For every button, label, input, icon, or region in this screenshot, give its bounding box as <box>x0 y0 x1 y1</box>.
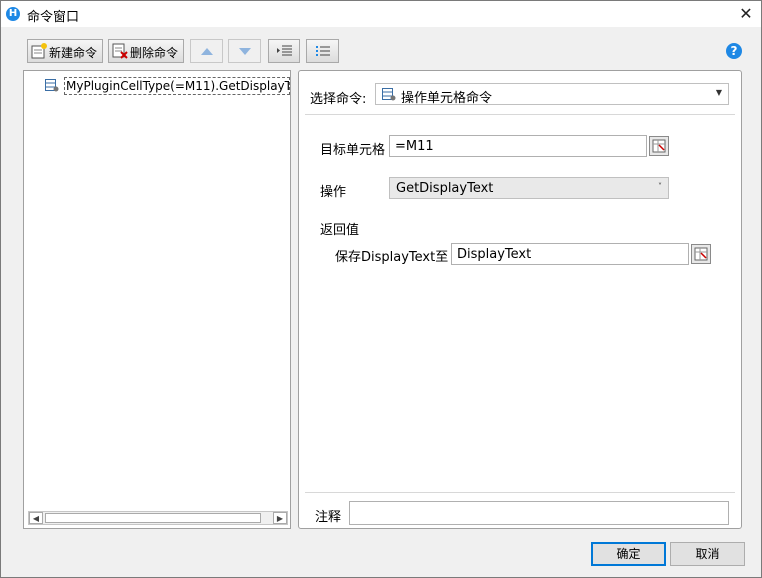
delete-command-button[interactable]: 删除命令 <box>108 39 184 63</box>
cell-picker-icon <box>694 247 708 261</box>
scroll-thumb[interactable] <box>45 513 261 523</box>
outdent-button[interactable] <box>306 39 339 63</box>
chevron-down-icon: ˅ <box>658 182 662 191</box>
variable-picker-button[interactable] <box>691 244 711 264</box>
operation-value: GetDisplayText <box>396 181 494 196</box>
scroll-right-icon[interactable]: ▶ <box>273 512 287 524</box>
delete-command-icon <box>112 43 128 59</box>
save-to-label: 保存DisplayText至 <box>335 250 449 265</box>
select-command-label: 选择命令: <box>310 92 367 107</box>
chevron-down-icon: ▼ <box>715 88 722 97</box>
title-bar: H 命令窗口 ✕ <box>1 1 761 27</box>
outdent-icon <box>316 46 330 56</box>
cell-command-icon <box>382 88 396 101</box>
app-logo-icon: H <box>6 7 20 21</box>
scroll-left-icon[interactable]: ◀ <box>29 512 43 524</box>
window-title: 命令窗口 <box>27 10 80 25</box>
indent-icon <box>277 45 292 56</box>
target-cell-input[interactable]: =M11 <box>389 135 647 157</box>
comment-label: 注释 <box>315 510 342 525</box>
delete-command-label: 删除命令 <box>130 46 179 60</box>
ok-button[interactable]: 确定 <box>591 542 666 566</box>
separator <box>305 114 735 115</box>
command-type-select[interactable]: 操作单元格命令 ▼ <box>375 83 729 106</box>
close-button[interactable]: ✕ <box>731 1 761 27</box>
new-command-button[interactable]: 新建命令 <box>27 39 103 63</box>
new-command-label: 新建命令 <box>49 46 98 60</box>
move-up-button[interactable] <box>190 39 223 63</box>
separator <box>305 492 735 493</box>
help-icon[interactable]: ? <box>726 43 742 59</box>
target-cell-label: 目标单元格 <box>320 143 386 158</box>
cancel-button[interactable]: 取消 <box>670 542 745 566</box>
new-command-icon <box>31 43 47 59</box>
indent-button[interactable] <box>268 39 300 63</box>
horizontal-scrollbar[interactable]: ◀ ▶ <box>28 511 288 525</box>
operation-select[interactable]: GetDisplayText ˅ <box>389 177 669 199</box>
cell-command-icon <box>45 79 59 92</box>
comment-input[interactable] <box>349 501 729 525</box>
return-value-label: 返回值 <box>320 223 360 238</box>
command-editor: 选择命令: 操作单元格命令 ▼ 目标单元格 =M11 操作 GetDisplay… <box>298 70 742 529</box>
cell-picker-icon <box>652 139 666 153</box>
command-type-value: 操作单元格命令 <box>401 91 493 106</box>
operation-label: 操作 <box>320 185 347 200</box>
save-to-input[interactable]: DisplayText <box>451 243 689 265</box>
tree-item[interactable]: MyPluginCellType(=M11).GetDisplayTe <box>64 77 290 95</box>
arrow-down-icon <box>239 48 251 55</box>
cell-picker-button[interactable] <box>649 136 669 156</box>
arrow-up-icon <box>201 48 213 55</box>
move-down-button[interactable] <box>228 39 261 63</box>
command-window: H 命令窗口 ✕ 新建命令 删除命令 ? MyPluginCellType(=M… <box>0 0 762 578</box>
command-tree: MyPluginCellType(=M11).GetDisplayTe ◀ ▶ <box>23 70 291 529</box>
